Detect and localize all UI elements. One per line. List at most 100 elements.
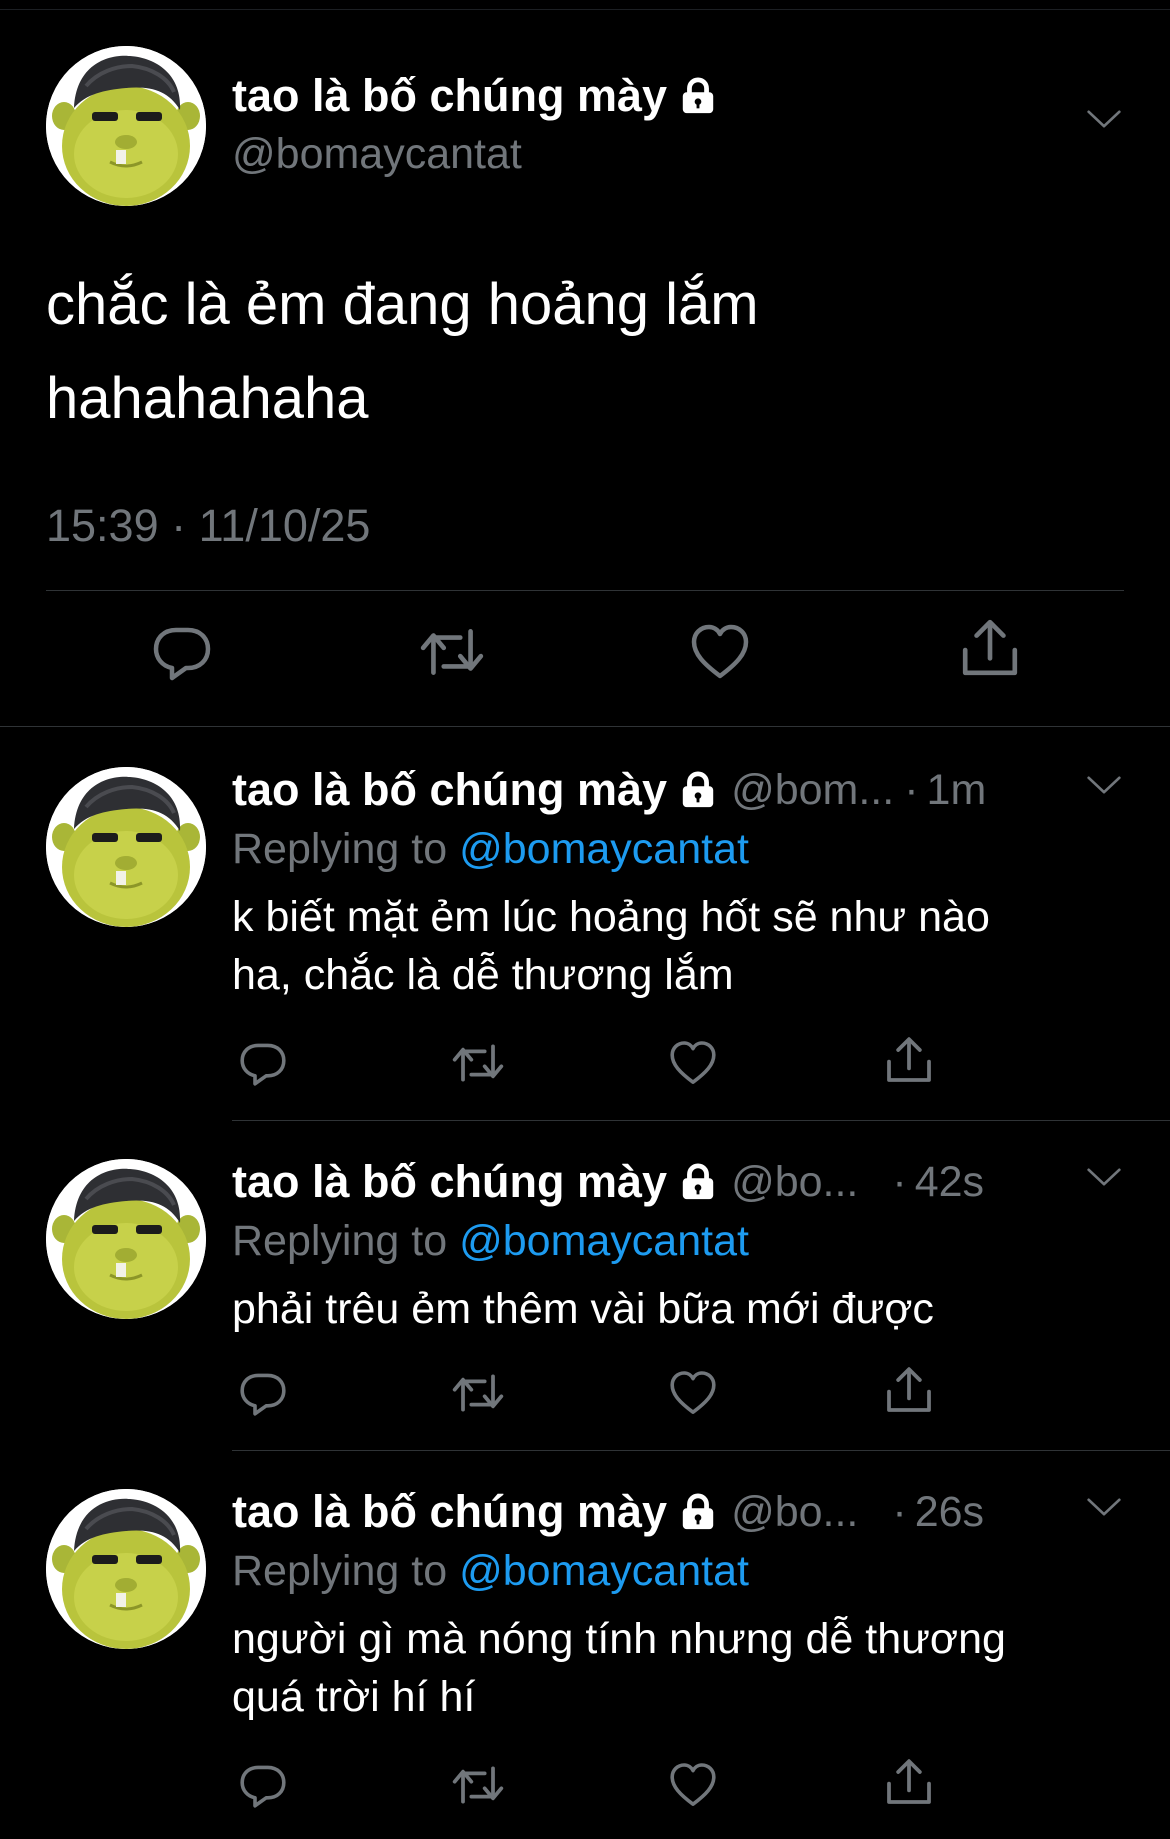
- retweet-icon: [451, 1760, 505, 1810]
- retweet-button[interactable]: [450, 1368, 506, 1418]
- display-name-text: tao là bố chúng mày: [232, 70, 668, 121]
- chevron-down-icon: [1086, 108, 1122, 130]
- replying-to-label: Replying to: [232, 825, 448, 873]
- chevron-down-icon: [1086, 1166, 1122, 1188]
- reply-bubble-icon: [239, 1761, 287, 1809]
- reply-bubble-icon: [239, 1369, 287, 1417]
- reply-bubble-icon: [239, 1039, 287, 1087]
- divider: [232, 1120, 1170, 1121]
- author-display-name[interactable]: tao là bố chúng mày: [232, 1156, 667, 1208]
- tweet-timestamp[interactable]: 15:39 · 11/10/25: [46, 500, 370, 552]
- tweet-actions: [0, 1368, 1170, 1428]
- tweet-actions: [0, 1038, 1170, 1098]
- separator-dot: ·: [892, 1157, 907, 1206]
- shrek-face-avatar-icon: [46, 1489, 206, 1649]
- author-handle[interactable]: @bo...: [731, 1158, 858, 1207]
- reply-header: tao là bố chúng mày @bo... · 26s: [232, 1486, 984, 1538]
- reply-age[interactable]: 26s: [915, 1488, 984, 1537]
- avatar[interactable]: [46, 1159, 206, 1319]
- author-display-name[interactable]: tao là bố chúng mày: [232, 1486, 667, 1538]
- tweet-text-line: hahahahaha: [46, 366, 369, 431]
- tweet-text: phải trêu ẻm thêm vài bữa mới được: [232, 1280, 1132, 1338]
- share-button[interactable]: [884, 1364, 934, 1416]
- retweet-button[interactable]: [450, 1038, 506, 1088]
- like-button[interactable]: [668, 1760, 718, 1810]
- tweet-text-line: người gì mà nóng tính nhưng dễ thương: [232, 1615, 1006, 1663]
- more-options-button[interactable]: [1086, 1166, 1122, 1193]
- divider: [0, 726, 1170, 727]
- replying-to: Replying to @bomaycantat: [232, 1217, 749, 1266]
- divider: [46, 590, 1124, 591]
- avatar[interactable]: [46, 46, 206, 206]
- replying-to-label: Replying to: [232, 1217, 448, 1265]
- tweet-actions: [0, 1760, 1170, 1820]
- author-display-name[interactable]: tao là bố chúng mày: [232, 70, 717, 122]
- replying-to-mention[interactable]: @bomaycantat: [459, 1217, 749, 1265]
- reply-tweet[interactable]: tao là bố chúng mày @bom... · 1m Replyin…: [0, 730, 1170, 1121]
- like-button[interactable]: [668, 1038, 718, 1088]
- tweet-text: chắc là ẻm đang hoảng lắm hahahahaha: [46, 258, 1106, 446]
- author-handle[interactable]: @bo...: [731, 1488, 858, 1537]
- chevron-down-icon: [1086, 774, 1122, 796]
- lock-icon: [679, 1493, 717, 1531]
- share-icon: [884, 1757, 934, 1807]
- replying-to-mention[interactable]: @bomaycantat: [459, 825, 749, 873]
- avatar[interactable]: [46, 767, 206, 927]
- share-icon: [959, 617, 1021, 679]
- like-button[interactable]: [688, 620, 752, 684]
- divider: [232, 1450, 1170, 1451]
- share-button[interactable]: [884, 1756, 934, 1808]
- replying-to-mention[interactable]: @bomaycantat: [459, 1547, 749, 1595]
- heart-icon: [690, 622, 750, 682]
- reply-button[interactable]: [238, 1038, 288, 1088]
- avatar[interactable]: [46, 1489, 206, 1649]
- more-options-button[interactable]: [1086, 108, 1122, 135]
- reply-button[interactable]: [238, 1760, 288, 1810]
- author-display-name[interactable]: tao là bố chúng mày: [232, 764, 667, 816]
- tweet-text: k biết mặt ẻm lúc hoảng hốt sẽ như nào h…: [232, 888, 1132, 1004]
- reply-tweet[interactable]: tao là bố chúng mày @bo... · 26s Replyin…: [0, 1452, 1170, 1839]
- tweet-text-line: ha, chắc là dễ thương lắm: [232, 951, 734, 999]
- heart-icon: [669, 1039, 717, 1087]
- share-button[interactable]: [884, 1034, 934, 1086]
- retweet-button[interactable]: [418, 620, 486, 684]
- shrek-face-avatar-icon: [46, 1159, 206, 1319]
- reply-age[interactable]: 1m: [927, 766, 987, 815]
- heart-icon: [669, 1761, 717, 1809]
- lock-icon: [679, 77, 717, 115]
- separator-dot: ·: [904, 765, 919, 814]
- tweet-actions: [0, 620, 1170, 690]
- like-button[interactable]: [668, 1368, 718, 1418]
- share-icon: [884, 1365, 934, 1415]
- retweet-icon: [451, 1038, 505, 1088]
- lock-icon: [679, 771, 717, 809]
- reply-age[interactable]: 42s: [915, 1158, 984, 1207]
- share-button[interactable]: [958, 616, 1022, 680]
- retweet-icon: [451, 1368, 505, 1418]
- tweet-text-line: chắc là ẻm đang hoảng lắm: [46, 272, 759, 337]
- shrek-face-avatar-icon: [46, 46, 206, 206]
- retweet-button[interactable]: [450, 1760, 506, 1810]
- author-handle[interactable]: @bomaycantat: [232, 130, 522, 179]
- retweet-icon: [419, 621, 485, 683]
- chevron-down-icon: [1086, 1496, 1122, 1518]
- tweet-text-line: quá trời hí hí: [232, 1673, 476, 1721]
- more-options-button[interactable]: [1086, 774, 1122, 801]
- replying-to-label: Replying to: [232, 1547, 448, 1595]
- lock-icon: [679, 1163, 717, 1201]
- shrek-face-avatar-icon: [46, 767, 206, 927]
- separator-dot: ·: [892, 1487, 907, 1536]
- reply-button[interactable]: [150, 620, 214, 684]
- replying-to: Replying to @bomaycantat: [232, 825, 749, 874]
- reply-tweet[interactable]: tao là bố chúng mày @bo... · 42s Replyin…: [0, 1122, 1170, 1452]
- tweet-text-line: phải trêu ẻm thêm vài bữa mới được: [232, 1285, 934, 1333]
- reply-button[interactable]: [238, 1368, 288, 1418]
- share-icon: [884, 1035, 934, 1085]
- reply-bubble-icon: [152, 622, 212, 682]
- heart-icon: [669, 1369, 717, 1417]
- more-options-button[interactable]: [1086, 1496, 1122, 1523]
- reply-header: tao là bố chúng mày @bom... · 1m: [232, 764, 986, 816]
- tweet-text: người gì mà nóng tính nhưng dễ thương qu…: [232, 1610, 1132, 1726]
- author-handle[interactable]: @bom...: [731, 766, 894, 815]
- status-bar-divider: [0, 0, 1170, 10]
